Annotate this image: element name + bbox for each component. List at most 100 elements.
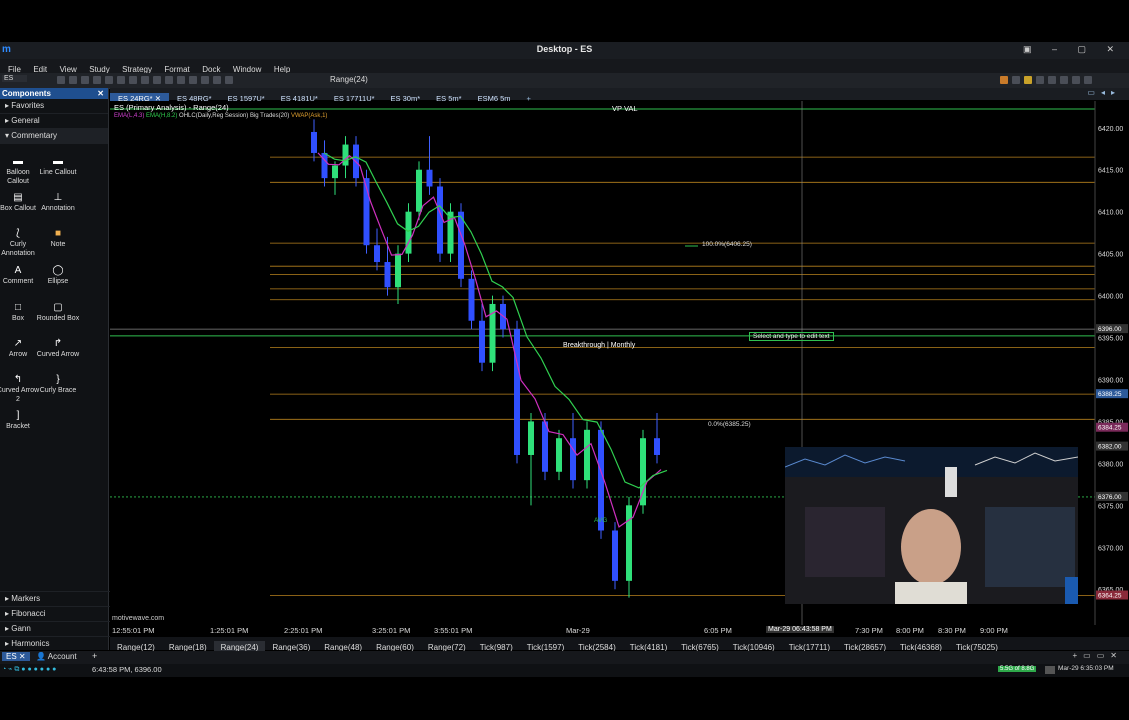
candle-body-29	[654, 438, 660, 455]
status-cursor-price: 6:43:58 PM, 6396.00	[92, 665, 162, 674]
range-select[interactable]: Range(24)	[330, 75, 368, 84]
window-controls[interactable]: ▣ – ▢ ✕	[1023, 44, 1123, 55]
workspace-tabs: ES ✕ 👤 Account + +▭▭✕	[0, 651, 1129, 664]
time-tick: 7:30 PM	[855, 626, 883, 635]
sidebar-section-fibonacci[interactable]: ▸ Fibonacci	[0, 606, 113, 621]
study-ema-high[interactable]: EMA(H,8.2)	[146, 113, 177, 119]
tab-controls[interactable]: ▭◂▸	[1087, 88, 1121, 97]
study-ema-low[interactable]: EMA(L,4.3)	[114, 113, 144, 119]
text-annotation[interactable]: Select and type to edit text	[749, 332, 834, 341]
memory-badge: 5.5G of 8.8G	[998, 666, 1037, 672]
settings-icon[interactable]	[141, 76, 149, 84]
time-tick: 1:25:01 PM	[210, 626, 249, 635]
draw-line-icon[interactable]	[189, 76, 197, 84]
tool-box-label: Box	[11, 315, 25, 322]
study-ohlc[interactable]: OHLC(Daily,Reg Session)	[179, 113, 248, 119]
open-icon[interactable]	[93, 76, 101, 84]
tool-bracket[interactable]: ] Bracket	[0, 410, 41, 431]
time-tick: Mar-29	[566, 626, 590, 635]
highlight-icon[interactable]	[1000, 76, 1008, 84]
zoom-out-icon[interactable]	[165, 76, 173, 84]
print-icon[interactable]	[105, 76, 113, 84]
tool-balloon-callout-label: Balloon Callout	[6, 169, 30, 185]
close-icon[interactable]: ✕	[97, 88, 104, 99]
webcam-overlay	[785, 447, 1078, 604]
undo-icon[interactable]	[117, 76, 125, 84]
chart-header: ES (Primary Analysis) - Range(24)	[114, 103, 229, 112]
tool-rounded-box[interactable]: ▢ Rounded Box	[35, 302, 81, 323]
time-tick: 3:55:01 PM	[434, 626, 473, 635]
zoom-in-icon[interactable]	[153, 76, 161, 84]
components-sidebar: Components ✕ ▸ Favorites ▸ General ▾ Comm…	[0, 88, 113, 650]
time-tick: 8:30 PM	[938, 626, 966, 635]
bar-type-icon[interactable]	[225, 76, 233, 84]
study-vwap[interactable]: VWAP(Ask,1)	[291, 113, 327, 119]
dom-icon[interactable]	[1036, 76, 1044, 84]
tool-line-callout-icon: ▬	[53, 156, 63, 167]
tool-note[interactable]: ■ Note	[35, 228, 81, 249]
fib-0-label: 0.0%(6385.25)	[708, 421, 751, 428]
price-tick-10: 6370.00	[1098, 545, 1123, 552]
tool-curly-brace-icon: }	[56, 374, 60, 385]
sidebar-section-harmonics[interactable]: ▸ Harmonics	[0, 636, 113, 651]
add-workspace-button[interactable]: +	[92, 651, 97, 661]
candle-body-14	[458, 211, 464, 279]
redo-icon[interactable]	[129, 76, 137, 84]
candle-body-10	[416, 169, 422, 212]
time-axis[interactable]: 12:55:01 PM 1:25:01 PM 2:25:01 PM 3:25:01 P…	[110, 625, 1129, 637]
sidebar-section-gann[interactable]: ▸ Gann	[0, 621, 113, 636]
study-big-trades[interactable]: Big Trades(20)	[250, 113, 289, 119]
price-tick-4: 6400.00	[1098, 294, 1123, 301]
price-tick-2: 6410.00	[1098, 210, 1123, 217]
tab-account[interactable]: 👤 Account	[36, 652, 77, 661]
candle-body-19	[514, 329, 520, 455]
tool-ellipse[interactable]: ◯ Ellipse	[35, 265, 81, 286]
vwap-label: AVG	[594, 517, 608, 524]
text-icon[interactable]	[201, 76, 209, 84]
candle-body-8	[395, 253, 401, 288]
price-tick-5: 6395.00	[1098, 336, 1123, 343]
tool-line-callout[interactable]: ▬ Line Callout	[35, 156, 81, 177]
price-chart[interactable]: 6420.00 6415.00 6410.00 6405.00 6400.00 6395.…	[110, 101, 1129, 625]
tool-curly-brace-label: Curly Brace	[39, 387, 77, 394]
panel-controls[interactable]: +▭▭✕	[1073, 651, 1124, 660]
tool-curved-arrow[interactable]: ↱ Curved Arrow	[35, 338, 81, 359]
refresh-icon[interactable]	[1060, 76, 1068, 84]
candle-body-22	[556, 438, 562, 472]
layout-icon[interactable]	[1012, 76, 1020, 84]
time-tick: 12:55:01 PM	[112, 626, 155, 635]
sidebar-section-general[interactable]: ▸ General	[0, 114, 108, 129]
search-icon[interactable]	[57, 76, 65, 84]
candle-body-21	[542, 421, 548, 472]
candle-body-16	[479, 320, 485, 363]
alert-icon[interactable]	[1024, 76, 1032, 84]
tool-rounded-box-label: Rounded Box	[36, 315, 80, 322]
gear-icon[interactable]	[1084, 76, 1092, 84]
tool-annotation[interactable]: ⊥ Annotation	[35, 192, 81, 213]
price-badge-3: 6382.00	[1098, 444, 1122, 451]
save-icon[interactable]	[81, 76, 89, 84]
link-icon[interactable]	[1072, 76, 1080, 84]
status-icons[interactable]: ◔ ⌁ ⧉ ● ● ● ● ● ●	[2, 665, 56, 674]
time-cursor-label: Mar-29 06:43:58 PM	[766, 626, 834, 633]
sidebar-section-markers[interactable]: ▸ Markers	[0, 591, 113, 606]
tool-ellipse-icon: ◯	[52, 265, 64, 276]
price-tick-0: 6420.00	[1098, 126, 1123, 133]
crosshair-icon[interactable]	[177, 76, 185, 84]
tool-arrow-label: Arrow	[8, 351, 28, 358]
sidebar-section-commentary[interactable]: ▾ Commentary	[0, 129, 108, 144]
sidebar-section-favorites[interactable]: ▸ Favorites	[0, 99, 108, 114]
pen-icon[interactable]	[213, 76, 221, 84]
candle-body-0	[311, 131, 317, 153]
tool-curly-brace[interactable]: } Curly Brace	[35, 374, 81, 395]
tab-es-workspace[interactable]: ES ✕	[2, 652, 30, 661]
menu-bar: File Edit View Study Strategy Format Doc…	[0, 59, 1129, 74]
price-tick-6: 6390.00	[1098, 377, 1123, 384]
time-tick: 9:00 PM	[980, 626, 1008, 635]
symbol-select[interactable]: ES	[2, 75, 28, 82]
tool-box-callout-label: Box Callout	[0, 205, 36, 212]
tools-icon[interactable]	[1048, 76, 1056, 84]
tool-ellipse-label: Ellipse	[47, 278, 69, 285]
window-title: Desktop - ES	[536, 44, 593, 54]
new-chart-icon[interactable]	[69, 76, 77, 84]
